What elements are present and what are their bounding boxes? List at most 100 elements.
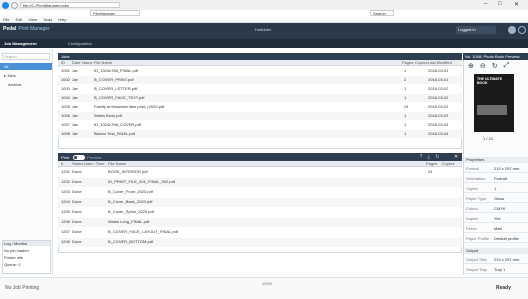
menu-file[interactable]: File: [3, 17, 9, 22]
cell-modified: 2018-03-01: [428, 68, 449, 73]
table-row[interactable]: 1008 Jan Blanco Test_FINAL.pdf 1 2018-03-04: [58, 130, 462, 138]
table-row[interactable]: 1002 Jan B_COVER_PRINT.pdf 2 2018-03-01: [58, 76, 462, 84]
table-row[interactable]: 1204 Done B_Cover_Back_2020.pdf: [58, 198, 462, 207]
table-row[interactable]: 1007 Jan ID_1024x768_COVER.pdf 1 2018-03-04: [58, 121, 462, 129]
menu-edit[interactable]: Edit: [15, 17, 22, 22]
cell-filename: Wales Long_FINAL.pdf: [108, 219, 150, 224]
table-row[interactable]: 1003 Jan B_COVER_LETTER.pdf 1 2018-03-02: [58, 85, 462, 93]
property-row: Paper Type Gloss: [464, 194, 528, 203]
table-row[interactable]: 1201 Done BOOK_INTERIOR.pdf 24: [58, 168, 462, 177]
cell-pages: 24: [404, 104, 409, 109]
col-name[interactable]: Name: [82, 60, 93, 65]
minimize-button[interactable]: –: [484, 1, 487, 7]
table-row[interactable]: 1208 Done B_COVER_BOTTOM.pdf: [58, 238, 462, 247]
table-row[interactable]: 1203 Done B_Cover_Front_2020.pdf: [58, 188, 462, 197]
col-pages[interactable]: Pages: [402, 60, 413, 65]
menu-help[interactable]: Help: [58, 17, 66, 22]
menu-view[interactable]: View: [28, 17, 37, 22]
upload-icon[interactable]: ⤒: [420, 154, 422, 160]
sidebar-item-jobs[interactable]: ▸ Jobs: [0, 72, 52, 79]
cell-id: 1005: [61, 104, 70, 109]
table-row[interactable]: 1205 Done B_Cover_Spine_2020.pdf: [58, 208, 462, 217]
sidebar-search-input[interactable]: Search: [2, 53, 50, 60]
book-thumbnail[interactable]: THE ULTIMATE BOOK: [474, 74, 514, 132]
cell-num: 1204: [61, 199, 70, 204]
col-print-copies[interactable]: Copies: [442, 161, 454, 166]
cell-date: Jan: [72, 86, 79, 91]
property-row: Duplex Yes: [464, 214, 528, 223]
cell-file: B_COVER_FACE_TEXT.pdf: [94, 95, 145, 100]
sidebar-item-label: Jobs: [7, 73, 16, 78]
property-key: Copies: [466, 186, 479, 191]
table-row[interactable]: 1206 Done Wales Long_FINAL.pdf: [58, 218, 462, 227]
fit-icon[interactable]: ⤢: [504, 62, 510, 70]
table-row[interactable]: 1202 Done ID_PRINT_FILE_001_FINAL_002.pdf: [58, 178, 462, 187]
expand-icon: ▸: [4, 73, 7, 78]
tab-job-management[interactable]: Job Management: [4, 41, 37, 46]
col-id[interactable]: ID: [61, 60, 65, 65]
sidebar-item-label: Archive: [8, 82, 22, 87]
col-status[interactable]: Status: [72, 161, 83, 166]
address-bar[interactable]: file://C:/PrintManager/jobs: [20, 2, 120, 8]
print-panel-header: Print Preview: [58, 153, 462, 161]
cell-filename: BOOK_INTERIOR.pdf: [108, 169, 148, 174]
back-button[interactable]: [2, 2, 9, 9]
cell-num: 1202: [61, 179, 70, 184]
help-icon[interactable]: [518, 26, 526, 34]
preview-title: No. 1008: Photo Book Preview: [463, 53, 528, 60]
user-menu[interactable]: Logged in: [456, 26, 496, 34]
cell-num: 1208: [61, 239, 70, 244]
forward-button[interactable]: [11, 2, 18, 9]
close-button[interactable]: ✕: [514, 1, 519, 8]
log-title: Log / Monitor: [3, 241, 50, 246]
cell-status: Done: [72, 169, 82, 174]
property-key: Output Size: [466, 257, 487, 262]
sidebar-item-label: All: [4, 64, 9, 69]
cell-id: 1002: [61, 77, 70, 82]
property-value: CMYK: [494, 206, 506, 211]
cell-filename: B_Cover_Spine_2020.pdf: [108, 209, 154, 214]
print-panel-close-icon[interactable]: ✕: [454, 154, 458, 160]
maximize-button[interactable]: □: [498, 1, 502, 7]
property-key: Orientation: [466, 176, 486, 181]
property-row: Copies 1: [464, 184, 528, 193]
cell-date: Jan: [72, 68, 79, 73]
col-copies[interactable]: Copies: [415, 60, 427, 65]
property-key: Output Tray: [466, 267, 487, 272]
preview-toggle-label: Preview: [87, 154, 102, 160]
table-row[interactable]: 1005 Jan Family at Mountain lake print_r20…: [58, 103, 462, 111]
cell-date: Jan: [72, 77, 79, 82]
table-row[interactable]: 1006 Jan Wales Book.pdf 1 2018-03-03: [58, 112, 462, 120]
col-print-pages[interactable]: Pages: [426, 161, 437, 166]
col-datetime[interactable]: Date / Time: [84, 161, 104, 166]
property-row: Colour CMYK: [464, 204, 528, 213]
user-avatar-icon[interactable]: [508, 26, 516, 34]
property-key: Duplex: [466, 216, 479, 221]
cell-status: Done: [72, 209, 82, 214]
zoom-out-icon[interactable]: ⊖: [480, 62, 486, 70]
col-file[interactable]: File Name: [94, 60, 112, 65]
preview-toggle[interactable]: [73, 154, 86, 160]
table-row[interactable]: 1207 Done B_COVER_FACE_LAYOUT_FINAL.pdf: [58, 228, 462, 237]
status-left: No Job Printing: [5, 285, 40, 291]
rotate-icon[interactable]: ↻: [492, 62, 498, 70]
col-num[interactable]: #: [61, 161, 63, 166]
refresh-icon[interactable]: ↻: [435, 154, 439, 160]
property-row: Paper Profile Default profile: [464, 234, 528, 243]
user-menu-label: Logged in: [458, 27, 476, 32]
page-indicator: 1 / 24: [483, 136, 494, 141]
table-row[interactable]: 1001 Jan ID_1024x768_FINAL.pdf 1 2018-03-01: [58, 67, 462, 75]
table-row[interactable]: 1004 Jan B_COVER_FACE_TEXT.pdf 1 2018-03-02: [58, 94, 462, 102]
col-date[interactable]: Date: [72, 60, 80, 65]
menu-tools[interactable]: Tools: [43, 17, 52, 22]
sidebar-item-archive[interactable]: Archive: [0, 81, 52, 88]
zoom-in-icon[interactable]: ⊕: [468, 62, 474, 70]
download-icon[interactable]: ⤓: [428, 154, 430, 160]
col-modified[interactable]: Last Modified: [428, 60, 452, 65]
col-filename[interactable]: File Name: [108, 161, 126, 166]
sidebar-item-all[interactable]: All: [0, 63, 52, 70]
brand-product: Print Manager: [18, 26, 50, 32]
cell-file: Blanco Test_FINAL.pdf: [94, 131, 135, 136]
tab-configuration[interactable]: Configuration: [68, 41, 92, 46]
app-brand: Pedal Print Manager: [3, 26, 50, 32]
